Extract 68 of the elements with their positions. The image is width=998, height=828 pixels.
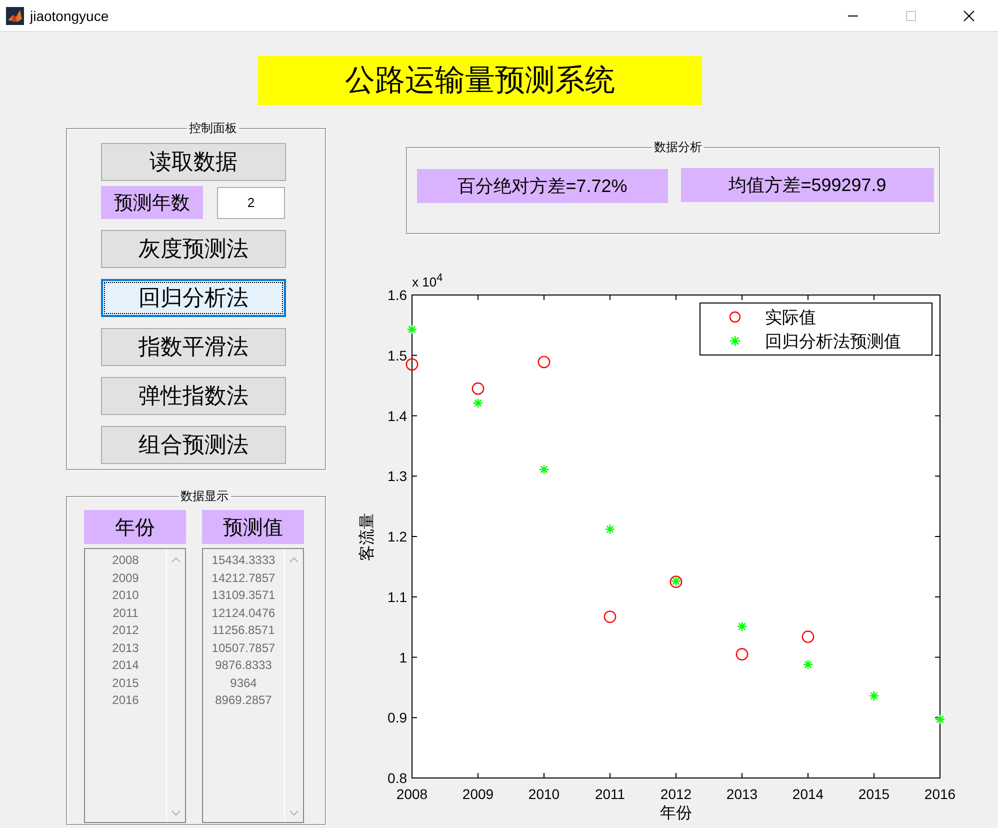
scroll-down-icon[interactable] (289, 810, 299, 816)
list-item[interactable]: 2016 (112, 692, 139, 710)
list-item[interactable]: 9364 (230, 674, 257, 692)
list-item[interactable]: 2012 (112, 622, 139, 640)
legend-label: 回归分析法预测值 (765, 332, 901, 351)
method-button[interactable]: 弹性指数法 (101, 377, 286, 415)
method-button[interactable]: 灰度预测法 (101, 230, 286, 268)
list-item[interactable]: 8969.2857 (215, 692, 272, 710)
scroll-up-icon[interactable] (171, 557, 181, 563)
panel-title: 数据显示 (180, 488, 230, 505)
result-label: 均值方差=599297.9 (681, 168, 934, 202)
list-item[interactable]: 9876.8333 (215, 657, 272, 674)
tick-label: 2016 (924, 786, 956, 802)
method-button[interactable]: 回归分析法 (101, 279, 286, 317)
tick-label: 2010 (528, 786, 560, 802)
axis-label: 年份 (660, 805, 692, 822)
list-box[interactable]: 2008 2009 2010 2011 2012 2013 2014 2015 2016 (84, 548, 186, 823)
axis-label: 客流量 (359, 513, 376, 561)
window-title: jiaotongyuce (30, 8, 109, 24)
list-item[interactable]: 14212.7857 (212, 570, 276, 587)
column-header: 年份 (84, 510, 186, 544)
tick-label: 0.8 (388, 770, 407, 786)
list-item[interactable]: 12124.0476 (212, 604, 276, 622)
tick-label: 1.5 (388, 347, 407, 364)
tick-label: 1.6 (388, 287, 407, 303)
tick-label: 2012 (660, 786, 692, 802)
list-item[interactable]: 2014 (112, 657, 139, 674)
tick-label: 1.3 (388, 468, 407, 484)
list-item[interactable]: 2008 (112, 552, 139, 570)
tick-label: 0.9 (388, 710, 407, 726)
list-item[interactable]: 11256.8571 (212, 622, 275, 640)
close-icon[interactable] (963, 10, 975, 22)
legend-marker (729, 311, 741, 323)
legend-label: 实际值 (765, 308, 816, 327)
method-button[interactable]: 指数平滑法 (101, 328, 286, 366)
forecast-years-label: 预测年数 (101, 186, 203, 219)
tick-label: 2014 (792, 786, 824, 802)
panel-title: 控制面板 (188, 120, 238, 137)
result-label: 百分绝对方差=7.72% (417, 169, 668, 203)
tick-label: 2011 (594, 786, 626, 802)
tick-label: 1.2 (388, 528, 407, 544)
tick-label: 1 (399, 649, 407, 666)
method-button[interactable]: 组合预测法 (101, 426, 286, 464)
legend-marker (729, 335, 741, 347)
app-icon (6, 6, 24, 24)
list-item[interactable]: 2013 (112, 640, 139, 657)
tick-label: 2009 (462, 786, 494, 802)
list-box[interactable]: 15434.3333 14212.7857 13109.3571 12124.0476 11256.8571 10507.7857 9876.8333 9364 8969.2857 (202, 548, 304, 823)
forecast-years-field[interactable]: 2 (217, 186, 285, 218)
app-title-banner: 公路运输量预测系统 (258, 56, 702, 105)
tick-label: 1.4 (388, 408, 407, 424)
panel-title: 数据分析 (653, 139, 703, 156)
tick-label: 2008 (396, 786, 428, 802)
tick-label: 1.1 (388, 588, 407, 605)
tick-label: 2013 (726, 786, 758, 802)
scroll-down-icon[interactable] (171, 810, 181, 816)
tick-label: 2015 (858, 786, 890, 802)
column-header: 预测值 (202, 510, 304, 544)
list-item[interactable]: 15434.3333 (212, 552, 276, 570)
list-item[interactable]: 2009 (112, 570, 139, 587)
axis-multiplier: x 10$^{4}$ (412, 272, 443, 290)
list-item[interactable]: 13109.3571 (212, 587, 276, 604)
list-item[interactable]: 2010 (112, 587, 139, 604)
scroll-up-icon[interactable] (289, 557, 299, 563)
list-item[interactable]: 10507.7857 (212, 640, 276, 657)
list-item[interactable]: 2015 (112, 674, 139, 692)
read-data-button[interactable]: 读取数据 (101, 143, 286, 181)
list-item[interactable]: 2011 (112, 604, 138, 622)
